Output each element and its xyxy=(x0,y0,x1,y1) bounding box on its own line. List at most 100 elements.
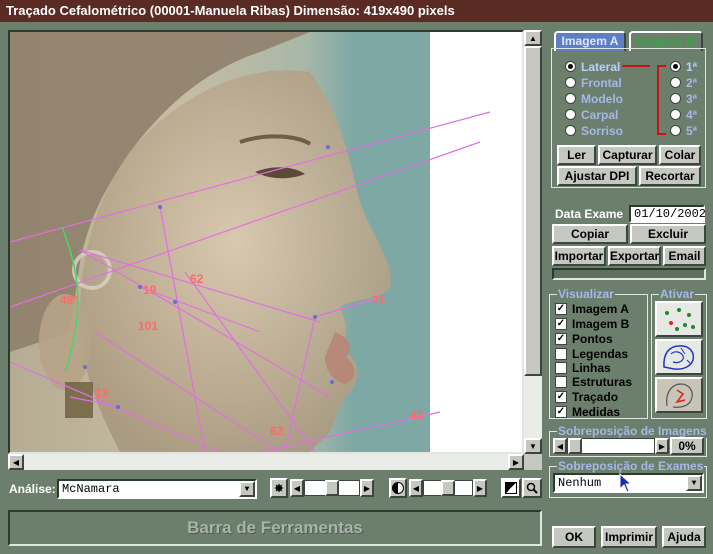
brightness-slider-thumb[interactable] xyxy=(325,480,339,496)
radio-slot-2[interactable]: 2ª xyxy=(670,75,697,90)
excluir-button[interactable]: Excluir xyxy=(630,224,706,244)
radio-modelo[interactable]: Modelo xyxy=(565,91,623,106)
radio-lateral-button[interactable] xyxy=(565,61,576,72)
checkbox-tracado[interactable]: ✓ Traçado xyxy=(555,389,618,404)
radio-frontal[interactable]: Frontal xyxy=(565,75,622,90)
cephalometric-canvas: 49° 19 62 101 21 13 62 42 xyxy=(10,32,522,452)
checkbox-imagem-b-box[interactable]: ✓ xyxy=(555,317,567,330)
contrast-slider-thumb[interactable] xyxy=(441,480,455,496)
sobreposicao-exames-title: Sobreposição de Exames xyxy=(557,459,705,473)
ler-button[interactable]: Ler xyxy=(557,145,596,165)
copiar-button[interactable]: Copiar xyxy=(552,224,628,244)
checkbox-pontos-box[interactable]: ✓ xyxy=(555,332,567,345)
imprimir-button[interactable]: Imprimir xyxy=(601,526,657,548)
analise-combo[interactable]: McNamara ▼ xyxy=(57,479,257,499)
ajustar-dpi-button[interactable]: Ajustar DPI xyxy=(557,166,637,186)
viewer-horizontal-scrollbar[interactable]: ◀ ▶ xyxy=(8,454,524,470)
viewer-vertical-scrollbar[interactable]: ▲ ▼ xyxy=(524,30,542,454)
image-viewer[interactable]: 49° 19 62 101 21 13 62 42 xyxy=(8,30,524,454)
analise-dropdown-icon[interactable]: ▼ xyxy=(239,481,255,497)
tracing-tool-icon[interactable] xyxy=(655,377,703,413)
structures-tool-icon[interactable] xyxy=(655,339,703,375)
ear xyxy=(39,294,91,390)
email-button[interactable]: Email xyxy=(663,246,706,266)
measurement-62-upper: 62 xyxy=(190,272,204,286)
radio-lateral[interactable]: Lateral xyxy=(565,59,620,74)
analise-value: McNamara xyxy=(62,482,120,496)
brightness-decrease-icon[interactable]: ◀ xyxy=(290,479,304,497)
radio-slot-3-button[interactable] xyxy=(670,93,681,104)
contrast-slider[interactable] xyxy=(423,480,473,496)
radio-sorriso-label: Sorriso xyxy=(581,123,624,138)
overlay-increase-icon[interactable]: ▶ xyxy=(655,438,669,454)
radio-carpal-button[interactable] xyxy=(565,109,576,120)
checkbox-linhas-label: Linhas xyxy=(572,360,611,375)
brightness-icon[interactable]: ✸ xyxy=(270,478,288,498)
overlay-decrease-icon[interactable]: ◀ xyxy=(553,438,567,454)
contrast-icon[interactable] xyxy=(389,478,407,498)
checkbox-medidas-box[interactable]: ✓ xyxy=(555,405,567,418)
radio-slot-5-button[interactable] xyxy=(670,125,681,136)
checkbox-imagem-b-label: Imagem B xyxy=(572,316,630,331)
overlay-slider-thumb[interactable] xyxy=(568,438,582,454)
checkbox-medidas[interactable]: ✓ Medidas xyxy=(555,404,620,419)
radio-slot-1[interactable]: 1ª xyxy=(670,59,697,74)
radio-sorriso-button[interactable] xyxy=(565,125,576,136)
scroll-vertical-thumb[interactable] xyxy=(524,46,542,376)
ok-button[interactable]: OK xyxy=(552,526,596,548)
checkbox-legendas-box[interactable] xyxy=(555,347,567,360)
recortar-button[interactable]: Recortar xyxy=(639,166,701,186)
checkbox-linhas-box[interactable] xyxy=(555,361,567,374)
brightness-increase-icon[interactable]: ▶ xyxy=(360,479,374,497)
checkbox-imagem-a-box[interactable]: ✓ xyxy=(555,302,567,315)
data-exame-label: Data Exame xyxy=(555,207,624,221)
radio-carpal-label: Carpal xyxy=(581,107,619,122)
radio-frontal-button[interactable] xyxy=(565,77,576,88)
brightness-slider[interactable] xyxy=(304,480,360,496)
radio-carpal[interactable]: Carpal xyxy=(565,107,618,122)
scroll-up-arrow-icon[interactable]: ▲ xyxy=(524,30,542,46)
ajuda-button[interactable]: Ajuda xyxy=(662,526,706,548)
zoom-magnifier-icon[interactable] xyxy=(522,478,542,498)
checkbox-imagem-b[interactable]: ✓ Imagem B xyxy=(555,316,629,331)
status-bar: Barra de Ferramentas xyxy=(8,510,542,546)
importar-button[interactable]: Importar xyxy=(552,246,606,266)
checkbox-legendas[interactable]: Legendas xyxy=(555,346,628,361)
invert-image-icon[interactable] xyxy=(501,478,521,498)
checkbox-estruturas[interactable]: Estruturas xyxy=(555,374,632,389)
measurement-42: 42 xyxy=(410,408,424,422)
checkbox-imagem-a[interactable]: ✓ Imagem A xyxy=(555,301,629,316)
scroll-right-arrow-icon[interactable]: ▶ xyxy=(508,454,524,470)
visualizar-title: Visualizar xyxy=(557,287,615,301)
radio-frontal-label: Frontal xyxy=(581,75,622,90)
data-exame-field[interactable]: 01/10/2002 xyxy=(629,205,706,223)
colar-button[interactable]: Colar xyxy=(659,145,701,165)
checkbox-pontos[interactable]: ✓ Pontos xyxy=(555,331,613,346)
overlay-slider[interactable] xyxy=(567,438,655,454)
sobreposicao-imagens-title: Sobreposição de Imagens xyxy=(557,424,708,438)
sobreposicao-exames-value: Nenhum xyxy=(558,476,602,490)
capturar-button[interactable]: Capturar xyxy=(598,145,657,165)
contrast-increase-icon[interactable]: ▶ xyxy=(473,479,487,497)
sobreposicao-exames-dropdown-icon[interactable]: ▼ xyxy=(686,475,702,491)
radio-slot-2-button[interactable] xyxy=(670,77,681,88)
checkbox-pontos-label: Pontos xyxy=(572,331,613,346)
radio-sorriso[interactable]: Sorriso xyxy=(565,123,623,138)
checkbox-estruturas-box[interactable] xyxy=(555,375,567,388)
checkbox-tracado-box[interactable]: ✓ xyxy=(555,390,567,403)
slot-bracket-icon xyxy=(622,65,666,135)
exportar-button[interactable]: Exportar xyxy=(608,246,661,266)
radio-slot-1-button[interactable] xyxy=(670,61,681,72)
points-tool-icon[interactable] xyxy=(655,301,703,337)
mouse-cursor-icon xyxy=(619,473,633,493)
radio-slot-4-button[interactable] xyxy=(670,109,681,120)
checkbox-legendas-label: Legendas xyxy=(572,346,629,361)
scroll-down-arrow-icon[interactable]: ▼ xyxy=(524,438,542,454)
radio-modelo-button[interactable] xyxy=(565,93,576,104)
scroll-left-arrow-icon[interactable]: ◀ xyxy=(8,454,24,470)
radio-slot-4[interactable]: 4ª xyxy=(670,107,697,122)
radio-slot-5[interactable]: 5ª xyxy=(670,123,697,138)
checkbox-linhas[interactable]: Linhas xyxy=(555,360,611,375)
radio-slot-3[interactable]: 3ª xyxy=(670,91,697,106)
contrast-decrease-icon[interactable]: ◀ xyxy=(409,479,423,497)
